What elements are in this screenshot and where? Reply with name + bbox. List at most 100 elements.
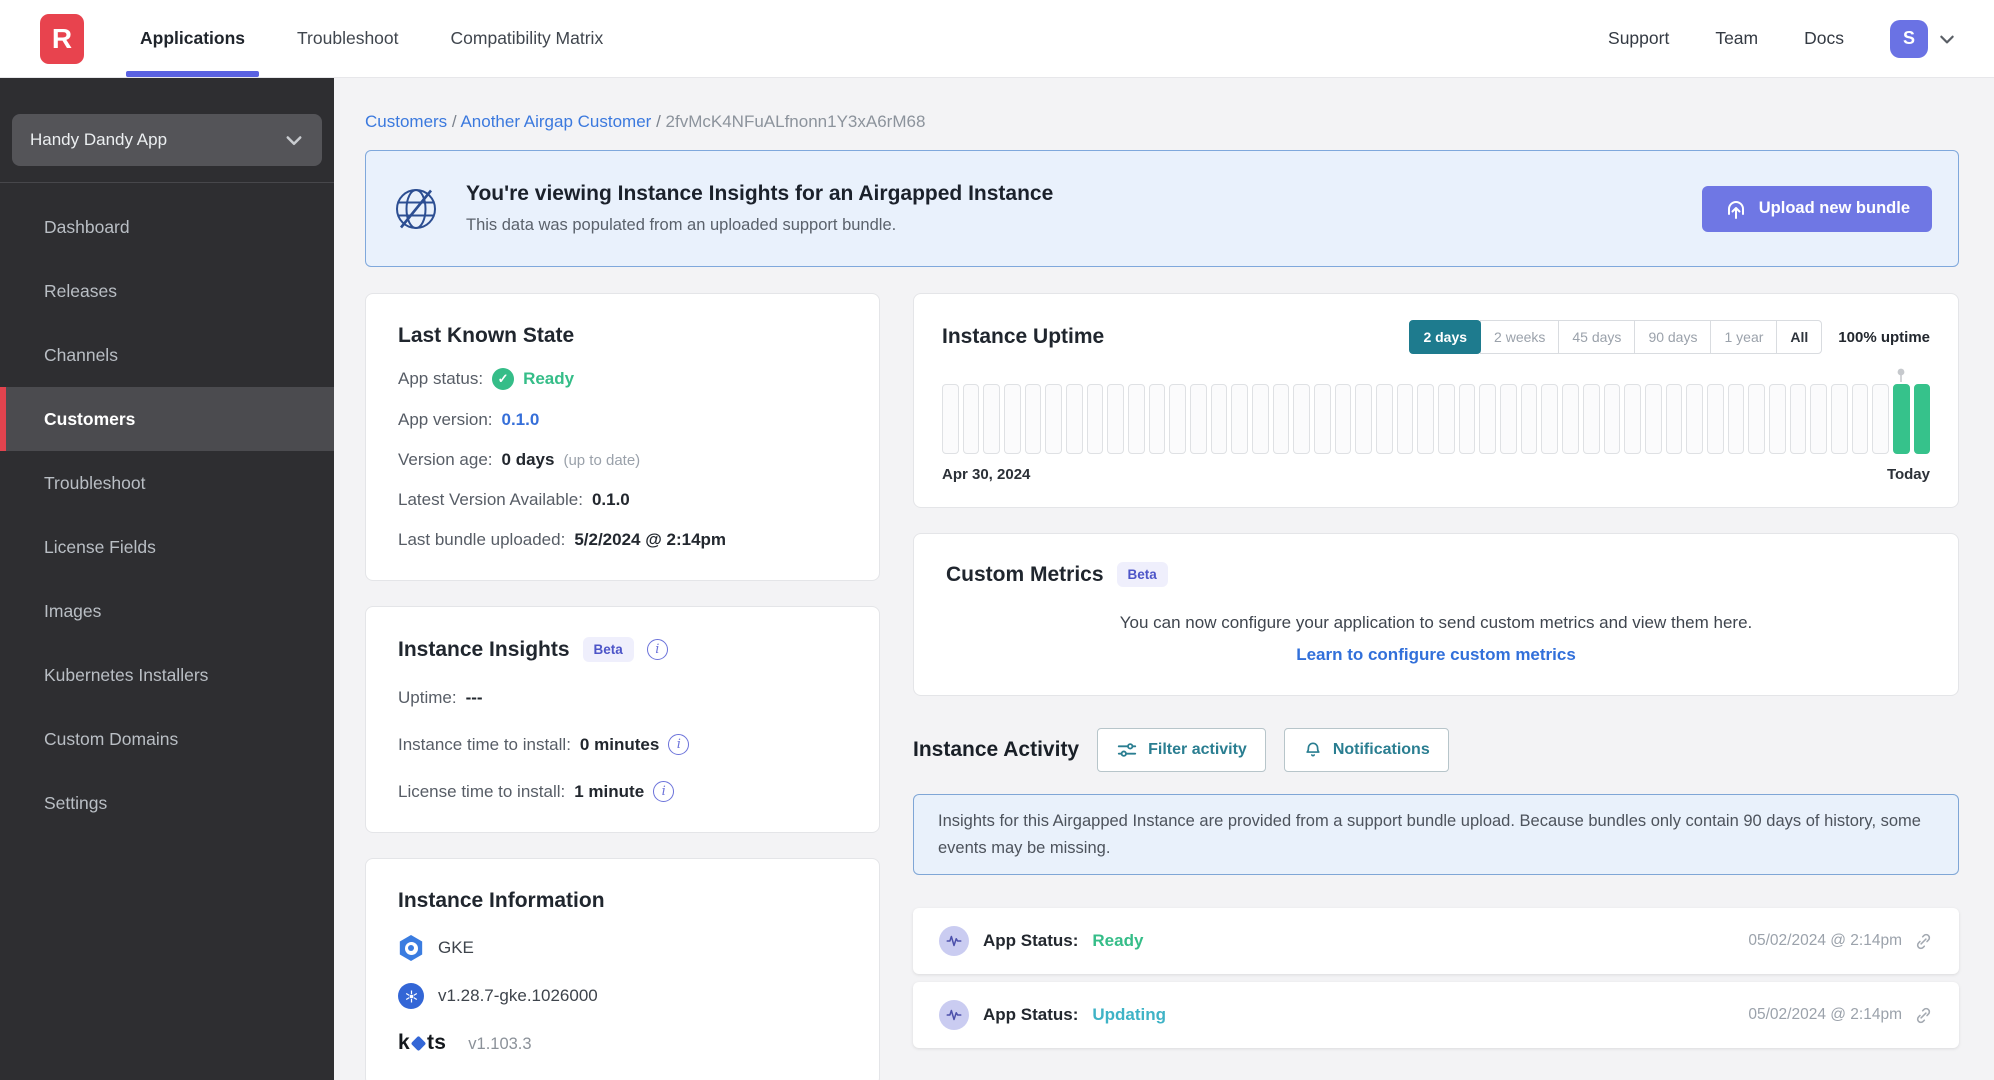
uptime-bar-empty[interactable] (1045, 384, 1063, 454)
uptime-bar-empty[interactable] (1644, 384, 1662, 454)
uptime-bar-empty[interactable] (962, 384, 980, 454)
uptime-bar-empty[interactable] (1789, 384, 1807, 454)
uptime-bar-empty[interactable] (1748, 384, 1765, 454)
kots-diamond-icon (410, 1035, 427, 1051)
sidebar-item-dashboard[interactable]: Dashboard (0, 195, 334, 259)
uptime-bar-empty[interactable] (1190, 384, 1207, 454)
sidebar-item-channels[interactable]: Channels (0, 323, 334, 387)
uptime-bar-empty[interactable] (1210, 384, 1228, 454)
uptime-bar-empty[interactable] (1541, 384, 1559, 454)
uptime-bar-empty[interactable] (1520, 384, 1538, 454)
uptime-bar-empty[interactable] (1066, 384, 1083, 454)
uptime-bar-empty[interactable] (1169, 384, 1187, 454)
uptime-bar-empty[interactable] (1624, 384, 1641, 454)
uptime-bar-empty[interactable] (1355, 384, 1373, 454)
uptime-bar-empty[interactable] (1417, 384, 1435, 454)
uptime-bar-empty[interactable] (1582, 384, 1600, 454)
uptime-bar-empty[interactable] (1768, 384, 1786, 454)
uptime-bar-empty[interactable] (1458, 384, 1476, 454)
uptime-bar-empty[interactable] (1272, 384, 1290, 454)
sidebar-item-kubernetes-installers[interactable]: Kubernetes Installers (0, 643, 334, 707)
activity-event-row[interactable]: App Status: Ready 05/02/2024 @ 2:14pm (913, 908, 1959, 975)
uptime-bar-empty[interactable] (983, 384, 1001, 454)
uptime-bar-empty[interactable] (1107, 384, 1125, 454)
account-menu[interactable]: S (1890, 19, 1956, 58)
activity-event-row[interactable]: App Status: Updating 05/02/2024 @ 2:14pm (913, 982, 1959, 1049)
uptime-bar-empty[interactable] (1851, 384, 1869, 454)
uptime-bar-empty[interactable] (1376, 384, 1393, 454)
range-2-weeks[interactable]: 2 weeks (1480, 320, 1560, 354)
uptime-bar-empty[interactable] (1148, 384, 1166, 454)
uptime-bar-empty[interactable] (1706, 384, 1724, 454)
uptime-bar-empty[interactable] (1479, 384, 1497, 454)
sidebar-item-troubleshoot[interactable]: Troubleshoot (0, 451, 334, 515)
uptime-end-label: Today (1886, 466, 1930, 483)
uptime-bar-empty[interactable] (1334, 384, 1352, 454)
bell-icon (1306, 742, 1320, 757)
uptime-bar-empty[interactable] (1438, 384, 1455, 454)
custom-metrics-title: Custom Metrics (946, 562, 1104, 586)
sidebar-item-custom-domains[interactable]: Custom Domains (0, 707, 334, 771)
sidebar-item-settings[interactable]: Settings (0, 771, 334, 835)
tab-troubleshoot[interactable]: Troubleshoot (297, 0, 399, 77)
info-icon[interactable]: i (646, 639, 668, 660)
uptime-bar-empty[interactable] (1727, 384, 1745, 454)
tab-compatibility-matrix[interactable]: Compatibility Matrix (451, 0, 604, 77)
nav-link-support[interactable]: Support (1608, 28, 1669, 49)
uptime-bar-empty[interactable] (1024, 384, 1042, 454)
notifications-button[interactable]: Notifications (1283, 728, 1449, 772)
upload-new-bundle-button[interactable]: Upload new bundle (1701, 185, 1932, 232)
uptime-bar-up[interactable] (1913, 384, 1931, 454)
info-icon[interactable]: i (653, 781, 675, 802)
tab-applications[interactable]: Applications (125, 0, 260, 77)
nav-right: Support Team Docs S (1608, 19, 1956, 58)
range-1-year[interactable]: 1 year (1710, 320, 1778, 354)
uptime-bar-empty[interactable] (1603, 384, 1621, 454)
uptime-bar-empty[interactable] (1562, 384, 1579, 454)
filter-activity-button[interactable]: Filter activity (1097, 728, 1266, 772)
uptime-row: Uptime: --- (398, 688, 483, 707)
last-known-state-card: Last Known State App status: ✓ Ready App… (365, 293, 880, 581)
info-icon[interactable]: i (668, 734, 690, 755)
app-status-row: App status: ✓ Ready (398, 368, 575, 390)
range-90-days[interactable]: 90 days (1634, 320, 1712, 354)
avatar[interactable]: S (1890, 19, 1928, 58)
uptime-bar-empty[interactable] (1872, 384, 1889, 454)
uptime-bar-empty[interactable] (1086, 384, 1104, 454)
permalink-icon[interactable] (1914, 932, 1933, 951)
uptime-bar-empty[interactable] (1686, 384, 1703, 454)
uptime-bar-empty[interactable] (1004, 384, 1021, 454)
sidebar-item-customers[interactable]: Customers (0, 387, 334, 451)
uptime-bar-up[interactable] (1892, 368, 1910, 454)
uptime-bar-empty[interactable] (1810, 384, 1827, 454)
range-45-days[interactable]: 45 days (1558, 320, 1636, 354)
uptime-bar-empty[interactable] (1665, 384, 1683, 454)
range-2-days[interactable]: 2 days (1409, 320, 1482, 354)
instance-insights-card: Instance Insights Beta i Uptime: --- Ins… (365, 606, 880, 833)
filter-sliders-icon (1117, 743, 1137, 757)
permalink-icon[interactable] (1914, 1006, 1933, 1025)
replicated-logo[interactable]: R (40, 13, 84, 64)
nav-link-docs[interactable]: Docs (1804, 28, 1844, 49)
uptime-bar-empty[interactable] (942, 384, 959, 454)
uptime-bar-empty[interactable] (1128, 384, 1145, 454)
nav-link-team[interactable]: Team (1715, 28, 1758, 49)
chevron-down-icon (1940, 35, 1954, 43)
breadcrumb-customer-name[interactable]: Another Airgap Customer (460, 112, 651, 131)
gke-icon (399, 935, 423, 961)
uptime-bar-empty[interactable] (1231, 384, 1249, 454)
sidebar-item-license-fields[interactable]: License Fields (0, 515, 334, 579)
configure-metrics-link[interactable]: Learn to configure custom metrics (946, 645, 1926, 665)
breadcrumb-customers[interactable]: Customers (365, 112, 447, 131)
app-version-link[interactable]: 0.1.0 (502, 410, 540, 430)
app-selector[interactable]: Handy Dandy App (12, 114, 322, 166)
uptime-bar-empty[interactable] (1314, 384, 1331, 454)
sidebar-item-images[interactable]: Images (0, 579, 334, 643)
uptime-bar-empty[interactable] (1293, 384, 1311, 454)
uptime-bar-empty[interactable] (1252, 384, 1269, 454)
uptime-bar-empty[interactable] (1500, 384, 1517, 454)
uptime-bar-empty[interactable] (1396, 384, 1414, 454)
sidebar-item-releases[interactable]: Releases (0, 259, 334, 323)
uptime-bar-empty[interactable] (1830, 384, 1848, 454)
range-all[interactable]: All (1776, 320, 1823, 354)
